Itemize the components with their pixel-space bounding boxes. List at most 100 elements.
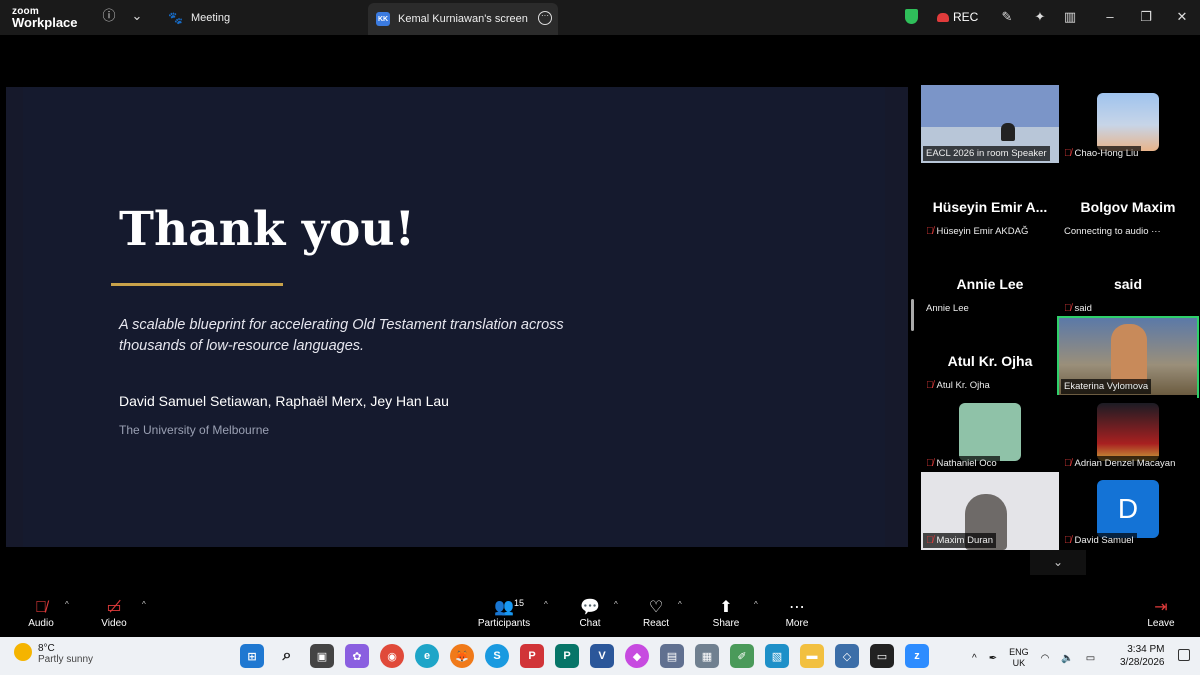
title-bar: zoom Workplace ⓘ ⌄ 🐾 Meeting KK Kemal Ku… — [0, 0, 1200, 35]
paint-icon[interactable]: ✐ — [730, 644, 754, 668]
clock[interactable]: 3:34 PM 3/28/2026 — [1120, 643, 1165, 669]
leave-button[interactable]: ⇥ Leave — [1147, 598, 1175, 629]
gallery-scrollbar[interactable] — [911, 299, 914, 331]
participant-tile[interactable]: 🎙̸ Adrian Denzel Macayan — [1059, 395, 1197, 473]
slide-authors: David Samuel Setiawan, Raphaël Merx, Jey… — [119, 393, 449, 409]
chevron-down-icon[interactable]: ⌄ — [129, 8, 145, 24]
network-icon[interactable]: ▤ — [660, 644, 684, 668]
start-icon[interactable]: ⊞ — [240, 644, 264, 668]
video-feed — [921, 85, 1059, 127]
slide-content: Thank you! A scalable blueprint for acce… — [23, 87, 885, 547]
share-button[interactable]: ⬆ Share — [711, 598, 741, 629]
pdf-icon[interactable]: P — [520, 644, 544, 668]
edge-icon[interactable]: e — [415, 644, 439, 668]
audio-button[interactable]: 🎙̸ Audio — [26, 598, 56, 629]
battery-icon[interactable]: ▭ — [1086, 653, 1095, 664]
terminal-icon[interactable]: ▭ — [870, 644, 894, 668]
wifi-icon[interactable]: ◠ — [1041, 653, 1050, 664]
recording-indicator[interactable]: REC — [937, 10, 978, 24]
mic-muted-icon: 🎙̸ — [926, 458, 934, 469]
participant-tile[interactable]: 🎙̸ Maxim Duran — [921, 472, 1059, 550]
avatar — [959, 403, 1021, 461]
volume-icon[interactable]: 🔈 — [1061, 653, 1073, 664]
participants-button[interactable]: 👥 15 Participants — [476, 598, 532, 629]
avatar — [1097, 403, 1159, 461]
copilot-icon[interactable]: ✿ — [345, 644, 369, 668]
chevron-up-icon: ^ — [142, 600, 146, 609]
participant-tile[interactable]: Bolgov Maxim Connecting to audio ··· — [1059, 163, 1197, 241]
mic-muted-icon: 🎙̸ — [35, 599, 47, 616]
weather-widget[interactable]: 8°C Partly sunny — [14, 643, 93, 665]
slide-subtitle: A scalable blueprint for accelerating Ol… — [119, 317, 564, 354]
chrome-icon[interactable]: ◉ — [380, 644, 404, 668]
chevron-up-icon: ^ — [65, 600, 69, 609]
task-view-icon[interactable]: ▣ — [310, 644, 334, 668]
leave-icon: ⇥ — [1154, 599, 1168, 616]
layout-icon[interactable]: ▥ — [1062, 9, 1078, 25]
tab-shared-screen[interactable]: KK Kemal Kurniawan's screen ··· — [368, 3, 558, 35]
zoom-taskbar-icon[interactable]: z — [905, 644, 929, 668]
meeting-area: Thank you! A scalable blueprint for acce… — [0, 35, 1200, 592]
participant-tile[interactable]: Annie Lee Annie Lee — [921, 240, 1059, 318]
participant-tile[interactable]: 🎙̸ Chao-Hong Liu — [1059, 85, 1197, 163]
taskbar-apps: ⊞ ⌕ ▣ ✿ ◉ e 🦊 S P P V ◆ ▤ ▦ ✐ ▧ ▬ ◇ ▭ z — [240, 644, 929, 668]
info-icon[interactable]: ⓘ — [101, 8, 117, 24]
more-options-icon[interactable]: ··· — [538, 11, 552, 25]
language-indicator[interactable]: ENG UK — [1009, 647, 1029, 669]
participant-tile[interactable]: said 🎙̸ said — [1059, 240, 1197, 318]
speaker-figure — [1001, 123, 1015, 141]
chat-icon: 💬 — [580, 599, 600, 616]
chevron-up-icon: ^ — [754, 600, 758, 609]
printer-icon[interactable]: ▦ — [695, 644, 719, 668]
slide-title: Thank you! — [119, 202, 416, 257]
chevron-up-icon: ^ — [614, 600, 618, 609]
mic-muted-icon: 🎙̸ — [926, 226, 934, 237]
shield-icon[interactable] — [905, 9, 918, 24]
app-icon[interactable]: ▧ — [765, 644, 789, 668]
chat-button[interactable]: 💬 Chat — [576, 598, 604, 629]
participant-tile-active-speaker[interactable]: Ekaterina Vylomova — [1057, 316, 1199, 398]
pencil-icon[interactable]: ✎ — [999, 9, 1015, 25]
browser-icon[interactable]: ◆ — [625, 644, 649, 668]
pen-icon[interactable]: ✒ — [989, 653, 997, 664]
close-icon[interactable]: ✕ — [1174, 9, 1190, 25]
visio-icon[interactable]: V — [590, 644, 614, 668]
publisher-icon[interactable]: P — [555, 644, 579, 668]
windows-taskbar: 8°C Partly sunny ⊞ ⌕ ▣ ✿ ◉ e 🦊 S P P V ◆… — [0, 637, 1200, 675]
slide-affiliation: The University of Melbourne — [119, 423, 270, 437]
mic-muted-icon: 🎙̸ — [926, 380, 934, 391]
minimize-icon[interactable]: – — [1102, 9, 1118, 25]
search-icon[interactable]: ⌕ — [275, 644, 299, 668]
chevron-up-icon[interactable]: ^ — [972, 653, 977, 664]
more-icon: ⋯ — [789, 599, 805, 616]
participant-tile[interactable]: Atul Kr. Ojha 🎙̸ Atul Kr. Ojha — [921, 317, 1059, 395]
sparkle-icon[interactable]: ✦ — [1032, 9, 1048, 25]
react-button[interactable]: ♡ React — [642, 598, 670, 629]
avatar — [1097, 93, 1159, 151]
zoom-logo: zoom Workplace — [12, 6, 78, 30]
virtualbox-icon[interactable]: ◇ — [835, 644, 859, 668]
share-screen-icon: ⬆ — [719, 599, 733, 616]
video-off-icon: ▭̸ — [106, 599, 122, 616]
firefox-icon[interactable]: 🦊 — [450, 644, 474, 668]
more-button[interactable]: ⋯ More — [783, 598, 811, 629]
mic-muted-icon: 🎙̸ — [1064, 535, 1072, 546]
meeting-toolbar: 🎙̸ Audio ^ ▭̸ Video ^ 👥 15 Participants … — [0, 592, 1200, 637]
cloud-icon — [937, 12, 949, 22]
participant-tile[interactable]: D 🎙̸ David Samuel — [1059, 472, 1197, 550]
folder-icon[interactable]: ▬ — [800, 644, 824, 668]
restore-icon[interactable]: ❐ — [1138, 9, 1154, 25]
mic-muted-icon: 🎙̸ — [1064, 303, 1072, 314]
speaker-figure — [1111, 324, 1147, 384]
participant-tile[interactable]: EACL 2026 in room Speaker — [921, 85, 1059, 163]
participant-tile[interactable]: Hüseyin Emir A... 🎙̸ Hüseyin Emir AKDAĞ — [921, 163, 1059, 241]
notification-icon[interactable] — [1178, 649, 1190, 661]
chevron-up-icon: ^ — [544, 600, 548, 609]
skype-icon[interactable]: S — [485, 644, 509, 668]
system-tray: ^ ✒ ENG UK ◠ 🔈 ▭ — [972, 647, 1095, 669]
tab-meeting[interactable]: 🐾 Meeting — [168, 0, 230, 35]
gallery-scroll-down-button[interactable]: ⌄ — [1030, 550, 1086, 575]
participant-tile[interactable]: 🎙̸ Nathaniel Oco — [921, 395, 1059, 473]
avatar: D — [1097, 480, 1159, 538]
video-button[interactable]: ▭̸ Video — [98, 598, 130, 629]
